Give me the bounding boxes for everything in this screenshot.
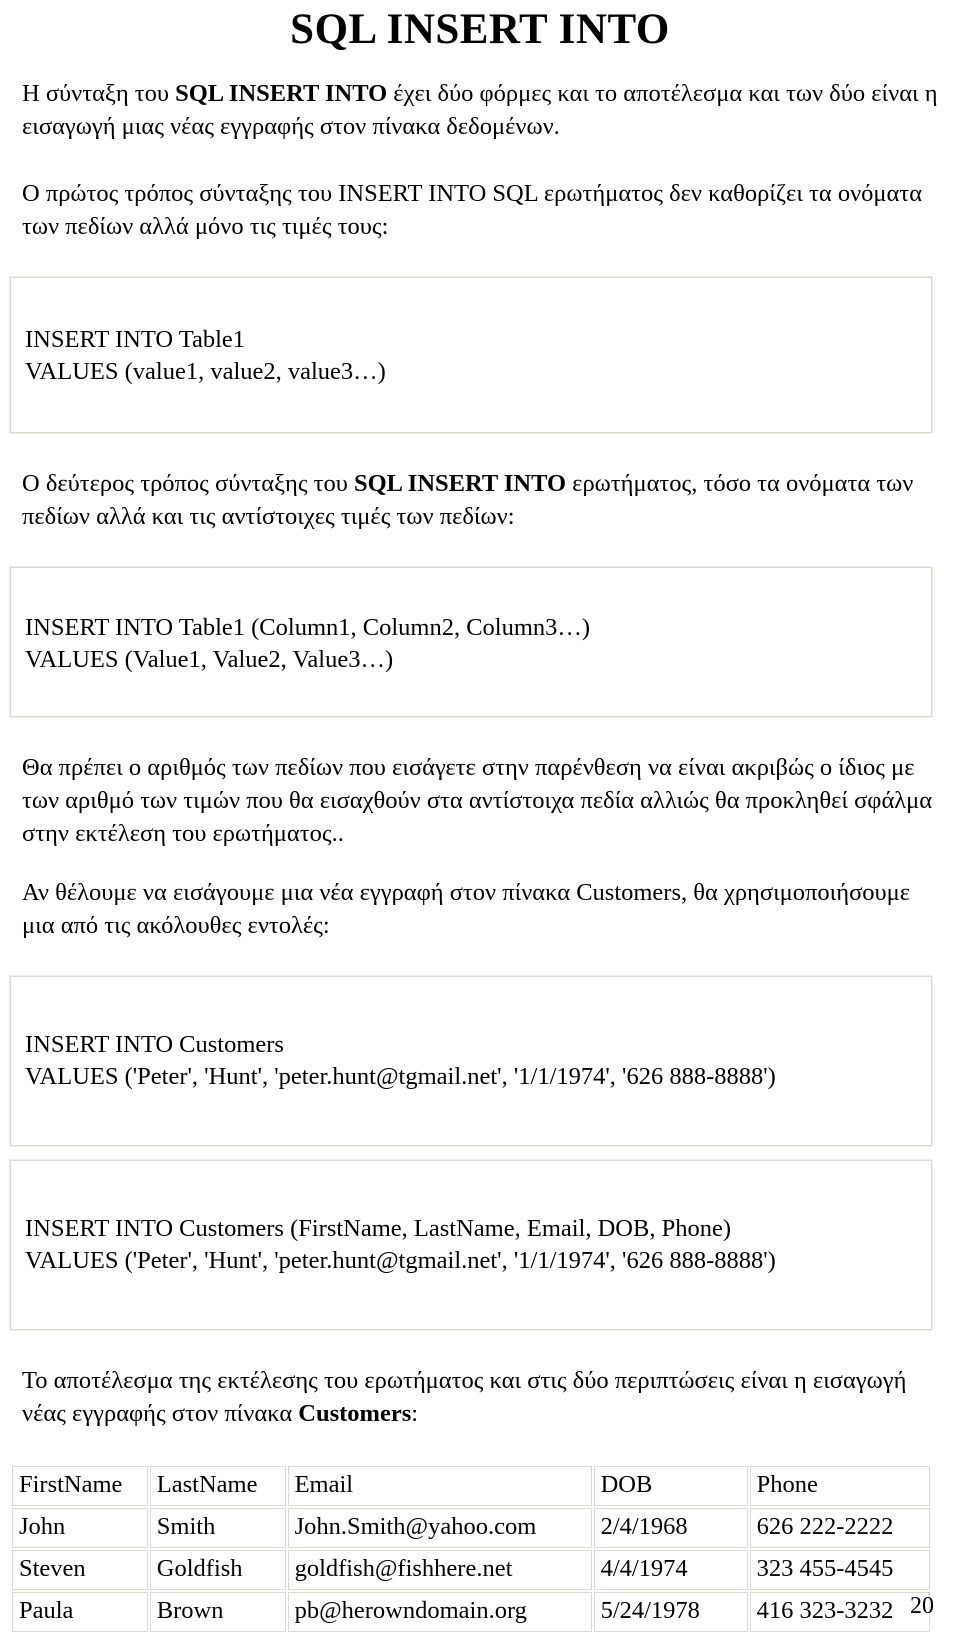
second-form-text-pre: Ο δεύτερος τρόπος σύνταξης του xyxy=(22,470,354,497)
cell-phone: 416 323-3232 xyxy=(749,1592,930,1632)
code-line: VALUES (Value1, Value2, Value3…) xyxy=(25,646,394,673)
code-line: INSERT INTO Customers xyxy=(25,1031,284,1058)
code-block-second-form: INSERT INTO Table1 (Column1, Column2, Co… xyxy=(9,566,933,718)
result-text-post: : xyxy=(411,1400,419,1427)
cell-lastname: Goldfish xyxy=(149,1550,286,1590)
table-row: John Smith John.Smith@yahoo.com 2/4/1968… xyxy=(12,1508,930,1548)
cell-lastname: Smith xyxy=(149,1508,286,1548)
table-row: Paula Brown pb@herowndomain.org 5/24/197… xyxy=(12,1592,930,1632)
code-line: INSERT INTO Customers (FirstName, LastNa… xyxy=(25,1215,732,1242)
second-form-text-bold: SQL INSERT INTO xyxy=(354,470,567,497)
cell-dob: 5/24/1978 xyxy=(593,1592,748,1632)
code-line: INSERT INTO Table1 (Column1, Column2, Co… xyxy=(25,614,591,641)
table-body: John Smith John.Smith@yahoo.com 2/4/1968… xyxy=(12,1508,930,1632)
column-header-phone: Phone xyxy=(749,1466,930,1506)
cell-lastname: Brown xyxy=(149,1592,286,1632)
code-line: VALUES (value1, value2, value3…) xyxy=(25,358,386,385)
cell-dob: 2/4/1968 xyxy=(593,1508,748,1548)
table-head: FirstName LastName Email DOB Phone xyxy=(12,1466,930,1506)
warning-paragraph: Θα πρέπει ο αριθμός των πεδίων που εισάγ… xyxy=(22,754,933,847)
cell-email: John.Smith@yahoo.com xyxy=(287,1508,592,1548)
table-header-row: FirstName LastName Email DOB Phone xyxy=(12,1466,930,1506)
code-block-example-two: INSERT INTO Customers (FirstName, LastNa… xyxy=(9,1159,933,1331)
code-line: VALUES ('Peter', 'Hunt', 'peter.hunt@tgm… xyxy=(25,1063,776,1090)
page-title: SQL INSERT INTO xyxy=(290,6,670,53)
code-line: INSERT INTO Table1 xyxy=(25,326,246,353)
code-line: VALUES ('Peter', 'Hunt', 'peter.hunt@tgm… xyxy=(25,1247,776,1274)
code-block-example-one: INSERT INTO Customers VALUES ('Peter', '… xyxy=(9,975,933,1147)
intro-text-pre: Η σύνταξη του xyxy=(22,80,176,107)
code-block-first-form: INSERT INTO Table1 VALUES (value1, value… xyxy=(9,276,933,434)
cell-firstname: Paula xyxy=(12,1592,148,1632)
first-form-paragraph: Ο πρώτος τρόπος σύνταξης του INSERT INTO… xyxy=(22,180,923,240)
cell-dob: 4/4/1974 xyxy=(593,1550,748,1590)
cell-firstname: Steven xyxy=(12,1550,148,1590)
customers-table: FirstName LastName Email DOB Phone John … xyxy=(10,1464,932,1634)
column-header-email: Email xyxy=(287,1466,592,1506)
cell-firstname: John xyxy=(12,1508,148,1548)
cell-phone: 323 455-4545 xyxy=(749,1550,930,1590)
column-header-lastname: LastName xyxy=(149,1466,286,1506)
column-header-dob: DOB xyxy=(593,1466,748,1506)
document-page: SQL INSERT INTO Η σύνταξη του SQL INSERT… xyxy=(0,4,960,1634)
column-header-firstname: FirstName xyxy=(12,1466,148,1506)
cell-email: pb@herowndomain.org xyxy=(287,1592,592,1632)
table-row: Steven Goldfish goldfish@fishhere.net 4/… xyxy=(12,1550,930,1590)
result-paragraph: Το αποτέλεσμα της εκτέλεσης του ερωτήματ… xyxy=(22,1364,938,1430)
cell-phone: 626 222-2222 xyxy=(749,1508,930,1548)
intro-text-bold: SQL INSERT INTO xyxy=(175,80,388,107)
intro-paragraph: Η σύνταξη του SQL INSERT INTO έχει δύο φ… xyxy=(22,77,938,143)
second-form-paragraph: Ο δεύτερος τρόπος σύνταξης του SQL INSER… xyxy=(22,467,938,533)
customers-table-wrapper: FirstName LastName Email DOB Phone John … xyxy=(10,1464,932,1634)
cell-email: goldfish@fishhere.net xyxy=(287,1550,592,1590)
result-text-bold: Customers xyxy=(298,1400,412,1427)
example-intro-paragraph: Αν θέλουμε να εισάγουμε μια νέα εγγραφή … xyxy=(22,879,911,939)
result-text-pre: Το αποτέλεσμα της εκτέλεσης του ερωτήματ… xyxy=(22,1367,907,1427)
